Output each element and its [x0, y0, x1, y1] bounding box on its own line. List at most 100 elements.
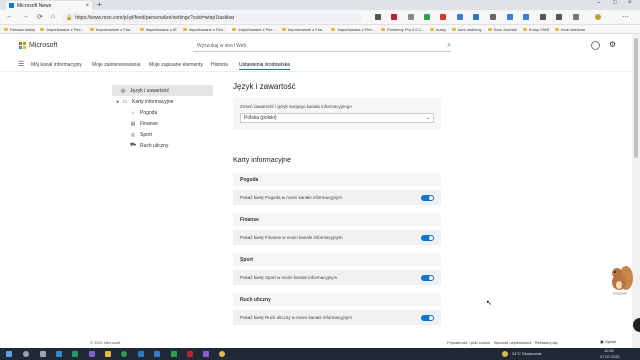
favorites-icon[interactable]: [556, 14, 562, 20]
task-view-icon[interactable]: [40, 351, 46, 357]
home-icon[interactable]: ⌂: [51, 13, 55, 20]
clock-date[interactable]: 27.07.2021: [600, 354, 620, 359]
folder-icon: [555, 27, 560, 31]
footer-links: Prywatność i pliki cookie Warunki użytko…: [447, 340, 558, 345]
footer-link-terms[interactable]: Warunki użytkowania: [494, 340, 532, 345]
profile-avatar-icon[interactable]: [595, 14, 601, 20]
search-box[interactable]: Wyszukaj w sieci Web ⌕: [193, 40, 451, 52]
hamburger-menu-icon[interactable]: ☰: [18, 60, 24, 68]
start-icon[interactable]: [6, 351, 12, 357]
bookmark-item[interactable]: Importowane z Fire...: [90, 27, 134, 32]
bookmark-label: Importowane z Fire...: [188, 26, 227, 32]
card-toggle-row: Pokaż kartę Finanse w moim kanale inform…: [233, 230, 441, 245]
chevron-down-icon: ⌄: [425, 115, 430, 121]
edge-icon[interactable]: [56, 351, 62, 357]
weather-widget-icon[interactable]: [502, 351, 508, 357]
search-input[interactable]: Wyszukaj w sieci Web: [193, 43, 447, 49]
bookmark-item[interactable]: Powermy Pro 2.0.1...: [381, 27, 424, 32]
app-icon[interactable]: [154, 351, 160, 357]
extension-icon[interactable]: [391, 14, 397, 20]
app-icon[interactable]: [72, 351, 78, 357]
sport-toggle[interactable]: [421, 274, 434, 281]
subnav-my-feed[interactable]: Mój kanał informacyjny: [31, 62, 82, 68]
subnav-saved[interactable]: Moje zapisane elementy: [149, 62, 203, 68]
side-panel-button[interactable]: [633, 318, 640, 332]
extension-icon[interactable]: [375, 14, 381, 20]
gear-icon[interactable]: ⚙: [609, 40, 616, 49]
extension-icon[interactable]: [408, 14, 414, 20]
card-title: Ruch uliczny: [233, 293, 441, 306]
extension-icon[interactable]: [473, 14, 479, 20]
sidebar-item-traffic[interactable]: ⛟ Ruch uliczny: [112, 140, 213, 151]
app-icon[interactable]: [138, 351, 144, 357]
clock-time[interactable]: 11:00: [604, 348, 614, 353]
language-select[interactable]: Polska (polski) ⌄: [240, 113, 434, 123]
browser-tab[interactable]: Microsoft News ×: [6, 1, 92, 10]
url-field[interactable]: 🔒 https://www.msn.com/pl-pl/feed/persona…: [62, 13, 362, 22]
extension-icon[interactable]: [424, 14, 430, 20]
app-icon[interactable]: [89, 351, 95, 357]
window-close-icon[interactable]: ×: [628, 0, 632, 6]
extension-icon[interactable]: [507, 14, 513, 20]
sidebar-item-language[interactable]: ◍ Język i zawartość: [112, 85, 213, 96]
bookmark-item[interactable]: Importowane z Fire...: [182, 26, 227, 32]
more-menu-icon[interactable]: ⋯: [622, 13, 629, 21]
extension-icon[interactable]: [540, 14, 546, 20]
footer-link-privacy[interactable]: Prywatność i pliki cookie: [447, 340, 490, 345]
bookmark-item[interactable]: Parowa dodaj: [4, 27, 34, 32]
footer-link-advertise[interactable]: Reklamuj się: [535, 340, 558, 345]
subnav-interests[interactable]: Moje zainteresowania: [92, 62, 140, 68]
bookmark-item[interactable]: Importowane z IE: [139, 27, 177, 32]
close-icon[interactable]: ×: [85, 3, 89, 9]
bookmark-item[interactable]: Inne ulubione: [555, 27, 585, 32]
bookmark-item[interactable]: Kurs Joomla!: [487, 27, 517, 32]
brand-name[interactable]: Microsoft: [29, 42, 57, 49]
bookmark-label: kursy: [436, 26, 446, 32]
new-tab-icon[interactable]: +: [97, 0, 102, 9]
feedback-button[interactable]: ▣ Opinie: [600, 339, 616, 344]
sidebar-item-finance[interactable]: ▤ Finanse: [112, 118, 213, 129]
bookmark-item[interactable]: Importowane z Fire...: [281, 27, 325, 32]
extension-icon[interactable]: [457, 14, 463, 20]
microsoft-logo-icon[interactable]: [19, 42, 26, 49]
page-scrollbar[interactable]: [632, 34, 640, 348]
chevron-right-icon[interactable]: ▸: [116, 99, 120, 105]
maximize-icon[interactable]: □: [613, 0, 617, 6]
extension-icon[interactable]: [490, 14, 496, 20]
weather-widget-text[interactable]: 24°C Słonecznie: [512, 351, 542, 356]
chrome-icon[interactable]: [121, 351, 127, 357]
bookmark-item[interactable]: Importowane z Fire...: [40, 27, 84, 32]
sidebar-item-weather[interactable]: ☼ Pogoda: [112, 107, 213, 118]
app-icon[interactable]: [171, 351, 177, 357]
bookmark-item[interactable]: kursy: [430, 27, 446, 32]
extension-icon[interactable]: [440, 14, 446, 20]
minimize-icon[interactable]: –: [597, 0, 600, 6]
bookmark-item[interactable]: Kursy CMS: [522, 27, 549, 32]
account-icon[interactable]: [591, 41, 600, 50]
back-icon[interactable]: ←: [6, 13, 13, 20]
bookmark-item[interactable]: Importowane z Fire...: [232, 27, 276, 32]
extension-icon[interactable]: [523, 14, 529, 20]
subnav-settings[interactable]: Ustawienia środowiska: [239, 62, 290, 70]
language-section: Język i zawartość Zmień zawartość i języ…: [233, 82, 441, 131]
sidebar-item-cards[interactable]: ▸ ▭ Karty informacyjne: [112, 96, 213, 107]
weather-toggle[interactable]: [421, 194, 434, 201]
finance-toggle[interactable]: [421, 234, 434, 241]
refresh-icon[interactable]: ⟳: [37, 13, 43, 21]
sidebar-item-sport[interactable]: ◎ Sport: [112, 129, 213, 140]
search-icon[interactable]: [23, 351, 29, 357]
forward-icon[interactable]: →: [22, 13, 29, 20]
scroll-thumb[interactable]: [634, 38, 638, 158]
search-icon[interactable]: ⌕: [447, 42, 451, 50]
squirrel-mascot-icon[interactable]: [608, 262, 634, 296]
file-explorer-icon[interactable]: [105, 351, 111, 357]
app-icon[interactable]: [187, 351, 193, 357]
bookmark-item[interactable]: Importowane z Fire...: [331, 27, 375, 32]
app-icon[interactable]: [219, 351, 225, 357]
bookmark-item[interactable]: kurs ulubiony: [451, 27, 482, 32]
traffic-toggle[interactable]: [421, 314, 434, 321]
app-icon[interactable]: [203, 351, 209, 357]
collections-icon[interactable]: [573, 14, 579, 20]
subnav-history[interactable]: Historia: [211, 62, 228, 68]
folder-icon: [487, 27, 492, 31]
